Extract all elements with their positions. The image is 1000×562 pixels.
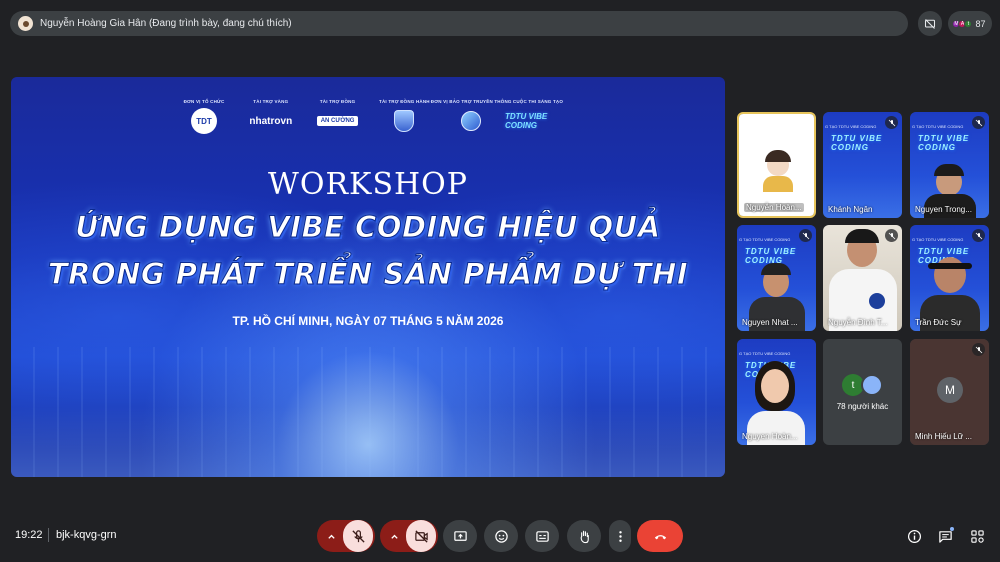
slide-workshop-title: WORKSHOP	[268, 167, 468, 202]
vibe-coding-logo: TDTU VIBE CODING	[504, 112, 548, 130]
screen-share-off-icon	[924, 18, 936, 29]
sponsor-organizer: ĐƠN VỊ TỔ CHỨC TDT	[171, 99, 237, 134]
participant-name: Trần Đức Sự	[915, 318, 962, 327]
camera-control-group	[380, 520, 438, 552]
participant-tile[interactable]: G TẠO TDTU VIBE CODINGTDTU VIBE CODING N…	[910, 112, 989, 218]
chat-button[interactable]	[936, 527, 954, 545]
phone-hangup-icon	[654, 534, 666, 539]
participant-name: Nguyen Hoàn...	[742, 432, 798, 441]
presenter-bar[interactable]: Nguyễn Hoàng Gia Hân (Đang trình bày, đa…	[10, 11, 908, 36]
people-avatars: M A t	[952, 19, 973, 28]
slide-date-line: TP. HỒ CHÍ MINH, NGÀY 07 THÁNG 5 NĂM 202…	[232, 314, 504, 328]
more-options-button[interactable]	[609, 520, 631, 552]
activities-button[interactable]	[968, 527, 986, 545]
participant-tile[interactable]: G TẠO TDTU VIBE CODING TDTU VIBE CODING T…	[910, 225, 989, 331]
more-vert-icon	[618, 530, 622, 542]
others-count-label: 78 người khác	[836, 402, 889, 411]
chevron-up-icon	[390, 534, 398, 539]
others-tile[interactable]: t 78 người khác	[823, 339, 902, 445]
chevron-up-icon	[327, 534, 335, 539]
nhatrovn-logo: nhatrovn	[249, 115, 293, 127]
sponsor-bronze: TÀI TRỢ ĐỒNG AN CƯỜNG	[305, 99, 371, 132]
reactions-button[interactable]	[484, 520, 518, 552]
participant-name: Nguyen Trong...	[915, 205, 972, 214]
meeting-info-button[interactable]	[905, 527, 923, 545]
meeting-time: 19:22	[15, 529, 43, 541]
meeting-code: bjk-kqvg-grn	[56, 529, 117, 541]
participant-name: Nguyễn Đình T...	[828, 318, 888, 327]
participant-tile-presenter[interactable]: Nguyễn Hoàn...	[737, 112, 816, 218]
an-cuong-logo: AN CƯỜNG	[316, 116, 359, 126]
people-count: 87	[975, 18, 986, 29]
divider	[48, 528, 49, 542]
round-logo-icon	[461, 111, 482, 131]
mic-control-group	[317, 520, 375, 552]
mic-off-icon	[885, 229, 898, 242]
presentation-off-button[interactable]	[918, 11, 942, 36]
slide-headline-1: ỨNG DỤNG VIBE CODING HIỆU QUẢ	[75, 210, 661, 245]
tdt-logo: TDT	[191, 108, 217, 134]
hand-icon	[580, 530, 589, 543]
sponsor-gold: TÀI TRỢ VÀNG nhatrovn	[238, 99, 304, 132]
closed-captions-icon	[535, 530, 549, 542]
participant-avatar: M	[937, 377, 963, 403]
participant-name: Khánh Ngân	[828, 205, 873, 214]
mic-toggle-button[interactable]	[343, 520, 373, 552]
participant-name: Nguyễn Hoàn...	[744, 203, 804, 212]
participant-name: Minh Hiếu Lữ ...	[915, 432, 972, 441]
camera-off-icon	[414, 529, 428, 543]
sponsor-row: ĐƠN VỊ TỔ CHỨC TDT TÀI TRỢ VÀNG nhatrovn…	[171, 99, 571, 134]
camera-toggle-button[interactable]	[406, 520, 436, 552]
captions-button[interactable]	[525, 520, 559, 552]
raise-hand-button[interactable]	[567, 520, 601, 552]
participant-tile[interactable]: G TẠO TDTU VIBE CODING TDTU VIBE CODING K…	[823, 112, 902, 218]
mic-off-icon	[972, 343, 985, 356]
mic-off-icon	[972, 229, 985, 242]
other-avatar-photo	[861, 374, 883, 396]
mic-off-icon	[972, 116, 985, 129]
people-button[interactable]: M A t 87	[948, 11, 992, 36]
presentation-slide: ĐƠN VỊ TỔ CHỨC TDT TÀI TRỢ VÀNG nhatrovn…	[11, 77, 725, 477]
sponsor-media: ĐƠN VỊ BẢO TRỢ TRUYỀN THÔNG	[431, 99, 511, 132]
sponsor-contest: CUỘC THI SÁNG TẠO TDTU VIBE CODING	[505, 99, 571, 132]
sponsor-companion: TÀI TRỢ ĐỒNG HÀNH	[371, 99, 437, 132]
presenter-avatar	[18, 16, 33, 31]
presenter-text: Nguyễn Hoàng Gia Hân (Đang trình bày, đa…	[40, 18, 292, 29]
info-icon	[907, 529, 921, 543]
participant-tile[interactable]: G TẠO TDTU VIBE CODINGTDTU VIBE CODING N…	[737, 339, 816, 445]
emoji-icon	[494, 529, 508, 543]
participant-tile[interactable]: M Minh Hiếu Lữ ...	[910, 339, 989, 445]
present-screen-icon	[453, 530, 467, 541]
camera-options-button[interactable]	[382, 520, 406, 552]
slide-headline-2: TRONG PHÁT TRIỂN SẢN PHẨM DỰ THI	[47, 257, 689, 292]
end-call-button[interactable]	[637, 520, 683, 552]
mic-off-icon	[799, 229, 812, 242]
mic-options-button[interactable]	[319, 520, 343, 552]
mic-off-icon	[351, 529, 365, 543]
apps-grid-icon	[970, 529, 984, 543]
mic-off-icon	[885, 116, 898, 129]
participant-name: Nguyen Nhat ...	[742, 318, 798, 327]
notification-dot	[950, 527, 954, 531]
present-button[interactable]	[443, 520, 477, 552]
participant-tile[interactable]: G TẠO TDTU VIBE CODINGTDTU VIBE CODING N…	[737, 225, 816, 331]
shield-logo-icon	[394, 110, 415, 132]
participant-tile[interactable]: Nguyễn Đình T...	[823, 225, 902, 331]
